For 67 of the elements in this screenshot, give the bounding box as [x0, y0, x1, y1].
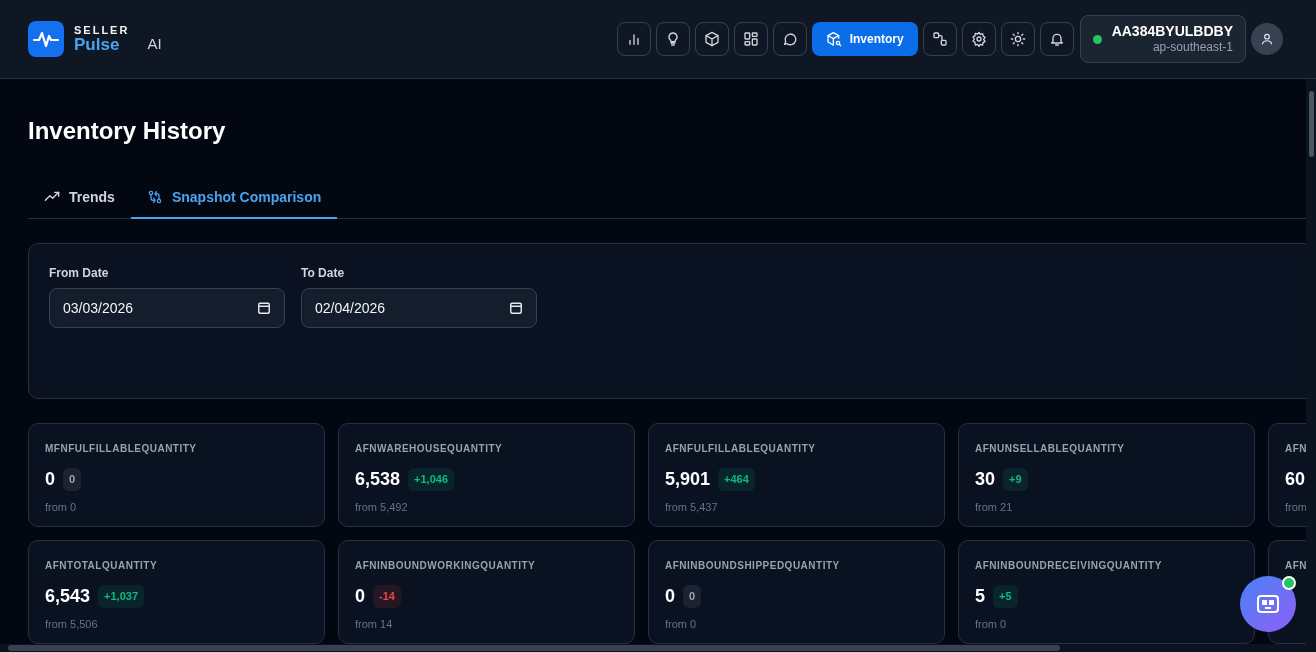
cube-icon[interactable]: [694, 22, 729, 56]
tab[interactable]: Trends: [28, 177, 131, 219]
tab[interactable]: Snapshot Comparison: [130, 177, 338, 219]
metric-value: 60: [1285, 468, 1306, 491]
date-field[interactable]: 03/03/2026: [49, 288, 285, 328]
connected-nodes-icon[interactable]: [922, 22, 957, 56]
metric-label: AFNUNSELLABLEQUANTITY: [975, 442, 1125, 456]
metric-label: AFNFULFILLABLEQUANTITY: [665, 442, 816, 456]
change-badge: -14: [373, 585, 401, 608]
brand-tagline: SELLER: [74, 25, 130, 36]
previous-value: from 0: [665, 617, 697, 632]
page-title: Inventory History: [28, 116, 227, 146]
metric-value: 6,543: [45, 585, 91, 608]
field-label: To Date: [301, 265, 346, 282]
metric-label: AFNWAREHOUSEQUANTITY: [355, 442, 503, 456]
brand-name: Pulse: [74, 36, 121, 53]
calendar-icon: [509, 301, 523, 315]
change-badge: +1,037: [98, 585, 144, 608]
change-badge: +1,046: [408, 468, 454, 491]
metric-label: AFNINBOUNDRECEIVINGQUANTITY: [975, 559, 1162, 573]
field-label: From Date: [49, 265, 110, 282]
previous-value: from 0: [975, 617, 1007, 632]
pulse-logo-icon: [28, 21, 64, 57]
change-badge: 0: [63, 468, 82, 491]
metric-label: AFN: [1285, 559, 1308, 573]
previous-value: from 21: [975, 500, 1013, 515]
metric-label: AFNINBOUNDSHIPPEDQUANTITY: [665, 559, 840, 573]
metric-value: 30: [975, 468, 996, 491]
previous-value: from: [1285, 500, 1307, 515]
package-search-icon: [825, 31, 842, 47]
metric-value: 5,901: [665, 468, 711, 491]
previous-value: from 14: [355, 617, 393, 632]
metric-value: 6,538: [355, 468, 401, 491]
chat-bubble-icon[interactable]: [772, 22, 807, 56]
previous-value: from 0: [45, 500, 77, 515]
calendar-icon: [257, 301, 271, 315]
metric-value: 5: [975, 585, 985, 608]
change-badge: +9: [1003, 468, 1028, 491]
horizontal-scrollbar[interactable]: [0, 644, 1316, 652]
settings-icon[interactable]: [961, 22, 996, 56]
lightbulb-icon[interactable]: [655, 22, 690, 56]
previous-value: from 5,492: [355, 500, 408, 515]
user-avatar-icon[interactable]: [1251, 23, 1283, 55]
notification-bell-icon[interactable]: [1039, 22, 1074, 56]
metric-label: AFNTOTALQUANTITY: [45, 559, 158, 573]
change-badge: +464: [718, 468, 755, 491]
account-region: ap-southeast-1: [1152, 40, 1233, 56]
robot-face-icon: [1256, 593, 1280, 615]
dashboard-grid-icon[interactable]: [733, 22, 768, 56]
change-badge: +5: [993, 585, 1018, 608]
metric-value: 0: [665, 585, 675, 608]
sun-icon[interactable]: [1000, 22, 1035, 56]
metric-value: 0: [45, 468, 55, 491]
metric-label: AFN: [1285, 442, 1308, 456]
bar-chart-icon[interactable]: [616, 22, 651, 56]
date-field[interactable]: 02/04/2026: [301, 288, 537, 328]
metric-label: MFNFULFILLABLEQUANTITY: [45, 442, 197, 456]
metric-label: AFNINBOUNDWORKINGQUANTITY: [355, 559, 536, 573]
compare-arrows-icon: [146, 189, 163, 205]
previous-value: from 5,437: [665, 500, 718, 515]
brand-suffix: AI: [147, 33, 162, 54]
previous-value: from 5,506: [45, 617, 98, 632]
nav-button[interactable]: Inventory: [811, 22, 918, 56]
change-badge: 0: [683, 585, 702, 608]
account-id: AA384BYULBDBY: [1111, 22, 1233, 41]
account-switcher[interactable]: AA384BYULBDBY ap-southeast-1: [1079, 15, 1246, 63]
metric-value: 0: [355, 585, 365, 608]
